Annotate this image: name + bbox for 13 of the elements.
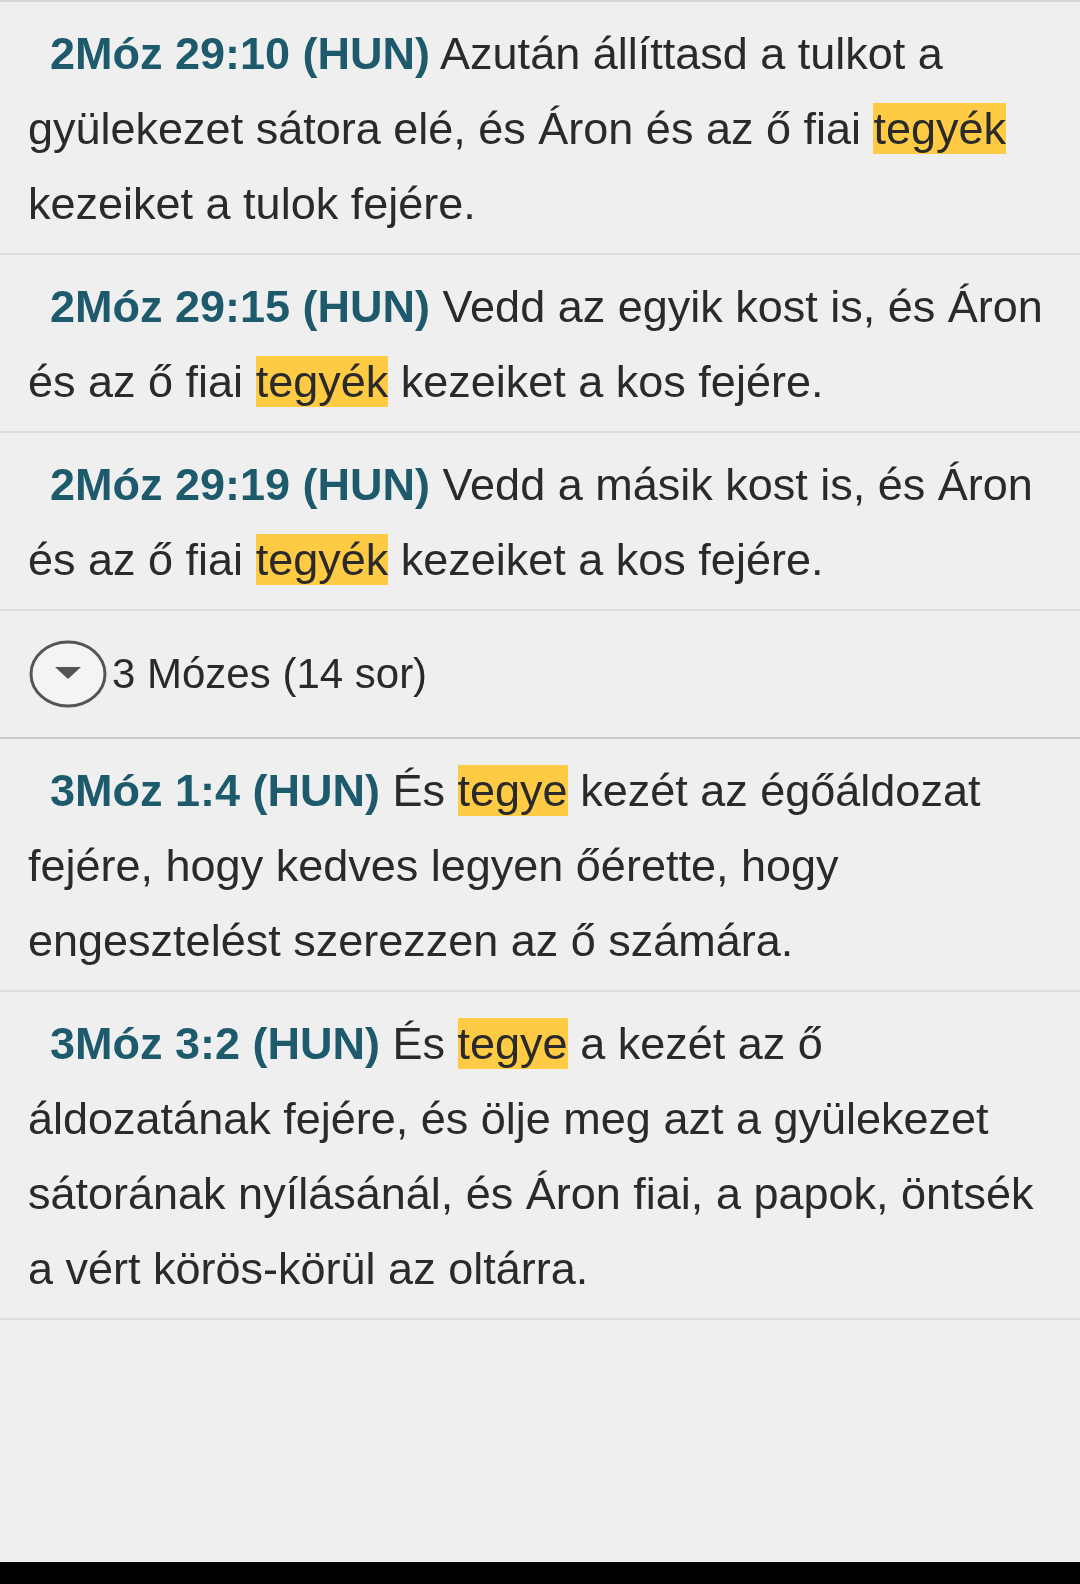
verse-row[interactable]: 3Móz 1:4 (HUN) És tegye kezét az égőáldozat fejére, hogy kedves legyen őérette, hogy engesztelést szerezzen az ő számára. — [0, 739, 1080, 992]
verse-row[interactable]: 2Móz 29:15 (HUN) Vedd az egyik kost is, és Áron és az ő fiai tegyék kezeiket a kos fejére. — [0, 255, 1080, 433]
group-header[interactable]: 3 Mózes (14 sor) — [0, 611, 1080, 739]
verse-text: 2Móz 29:15 (HUN) Vedd az egyik kost is, és Áron és az ő fiai tegyék kezeiket a kos fejére. — [28, 280, 1044, 409]
expand-icon[interactable] — [28, 639, 108, 709]
verse-row[interactable]: 2Móz 29:19 (HUN) Vedd a másik kost is, és Áron és az ő fiai tegyék kezeiket a kos fejére. — [0, 433, 1080, 611]
group-label: 3 Mózes (14 sor) — [112, 650, 428, 698]
verse-row[interactable]: 3Móz 3:2 (HUN) És tegye a kezét az ő áldozatának fejére, és ölje meg azt a gyülekezet sátorának nyílásánál, és Áron fiai, a papok, öntsék a vért körös-körül az oltárra. — [0, 992, 1080, 1320]
verse-text: 2Móz 29:10 (HUN) Azután állíttasd a tulkot a gyülekezet sátora elé, és Áron és az ő fiai tegyék kezeiket a tulok fejére. — [28, 27, 1008, 231]
verse-text: 2Móz 29:19 (HUN) Vedd a másik kost is, és Áron és az ő fiai tegyék kezeiket a kos fejére. — [28, 458, 1034, 587]
verse-text: 3Móz 1:4 (HUN) És tegye kezét az égőáldozat fejére, hogy kedves legyen őérette, hogy engesztelést szerezzen az ő számára. — [28, 764, 982, 968]
verse-row[interactable]: 2Móz 29:10 (HUN) Azután állíttasd a tulkot a gyülekezet sátora elé, és Áron és az ő fiai tegyék kezeiket a tulok fejére. — [0, 2, 1080, 255]
verse-text: 3Móz 3:2 (HUN) És tegye a kezét az ő áldozatának fejére, és ölje meg azt a gyülekezet sátorának nyílásánál, és Áron fiai, a papok, öntsék a vért körös-körül az oltárra. — [28, 1017, 1035, 1296]
